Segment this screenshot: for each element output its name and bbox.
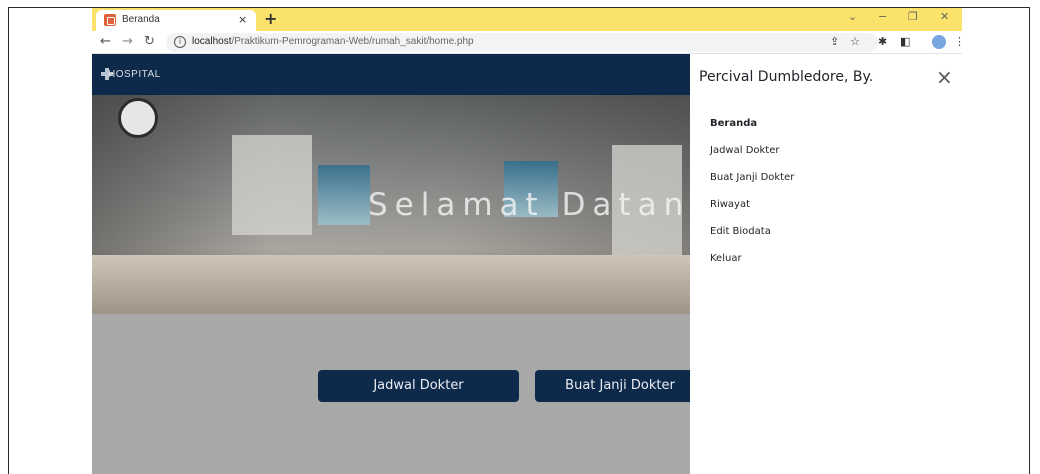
menu-item-buat-janji-dokter[interactable]: Buat Janji Dokter: [710, 172, 794, 183]
url-path: /Praktikum-Pemrograman-Web/rumah_sakit/h…: [231, 36, 474, 47]
clock-icon: [118, 98, 158, 138]
hero-window-left: [318, 165, 370, 225]
url-host: localhost: [192, 36, 232, 47]
browser-window: Beranda × + ⌄ − ❐ ✕ ← → ↻ i localhost/Pr…: [92, 8, 962, 474]
restore-icon[interactable]: ❐: [908, 10, 918, 23]
bookmark-star-icon[interactable]: ☆: [850, 35, 860, 48]
frame-border-left: [8, 7, 9, 474]
reload-icon[interactable]: ↻: [144, 34, 155, 49]
favicon-icon: [104, 14, 116, 26]
brand-logo[interactable]: HOSPITAL: [108, 69, 161, 80]
profile-avatar[interactable]: [932, 35, 946, 49]
tab-strip: Beranda × + ⌄ − ❐ ✕: [92, 8, 962, 31]
minimize-icon[interactable]: −: [878, 10, 887, 23]
hero-reception-desk: [92, 255, 690, 314]
buat-janji-dokter-button[interactable]: Buat Janji Dokter: [535, 370, 705, 402]
back-icon[interactable]: ←: [100, 34, 111, 49]
browser-tab[interactable]: Beranda ×: [96, 10, 256, 31]
menu-item-beranda[interactable]: Beranda: [710, 118, 757, 129]
menu-kebab-icon[interactable]: ⋮: [954, 35, 962, 48]
user-name-title: Percival Dumbledore, By.: [699, 69, 874, 85]
hero-banner: Selamat Datang!: [92, 95, 729, 314]
share-icon[interactable]: ⇪: [830, 35, 839, 48]
menu-item-keluar[interactable]: Keluar: [710, 253, 742, 264]
tab-search-icon[interactable]: ⌄: [848, 10, 857, 23]
site-navbar: HOSPITAL: [92, 54, 690, 95]
menu-item-edit-biodata[interactable]: Edit Biodata: [710, 226, 771, 237]
menu-item-riwayat[interactable]: Riwayat: [710, 199, 750, 210]
browser-toolbar: ← → ↻ i localhost/Praktikum-Pemrograman-…: [92, 31, 962, 54]
menu-item-jadwal-dokter[interactable]: Jadwal Dokter: [710, 145, 779, 156]
tab-close-icon[interactable]: ×: [238, 13, 247, 26]
frame-border-right: [1029, 7, 1030, 474]
hero-title: Selamat Datang!: [368, 187, 737, 223]
extensions-icon[interactable]: ✱: [878, 35, 887, 48]
new-tab-icon[interactable]: +: [264, 9, 277, 28]
address-bar[interactable]: i localhost/Praktikum-Pemrograman-Web/ru…: [166, 33, 878, 52]
jadwal-dokter-button[interactable]: Jadwal Dokter: [318, 370, 519, 402]
window-close-icon[interactable]: ✕: [940, 10, 949, 23]
tab-title: Beranda: [122, 14, 160, 25]
side-panel-icon[interactable]: ◧: [900, 35, 910, 48]
page-content: HOSPITAL Selamat Datang! Jadwal Dokter B…: [92, 54, 962, 474]
url-text: localhost/Praktikum-Pemrograman-Web/ruma…: [192, 36, 474, 47]
forward-icon[interactable]: →: [122, 34, 133, 49]
screenshot-frame: Beranda × + ⌄ − ❐ ✕ ← → ↻ i localhost/Pr…: [0, 0, 1040, 474]
site-info-icon[interactable]: i: [174, 36, 186, 48]
hero-wall-panel: [232, 135, 312, 235]
offcanvas-menu: Percival Dumbledore, By. × Beranda Jadwa…: [690, 54, 962, 474]
offcanvas-close-icon[interactable]: ×: [936, 65, 953, 89]
